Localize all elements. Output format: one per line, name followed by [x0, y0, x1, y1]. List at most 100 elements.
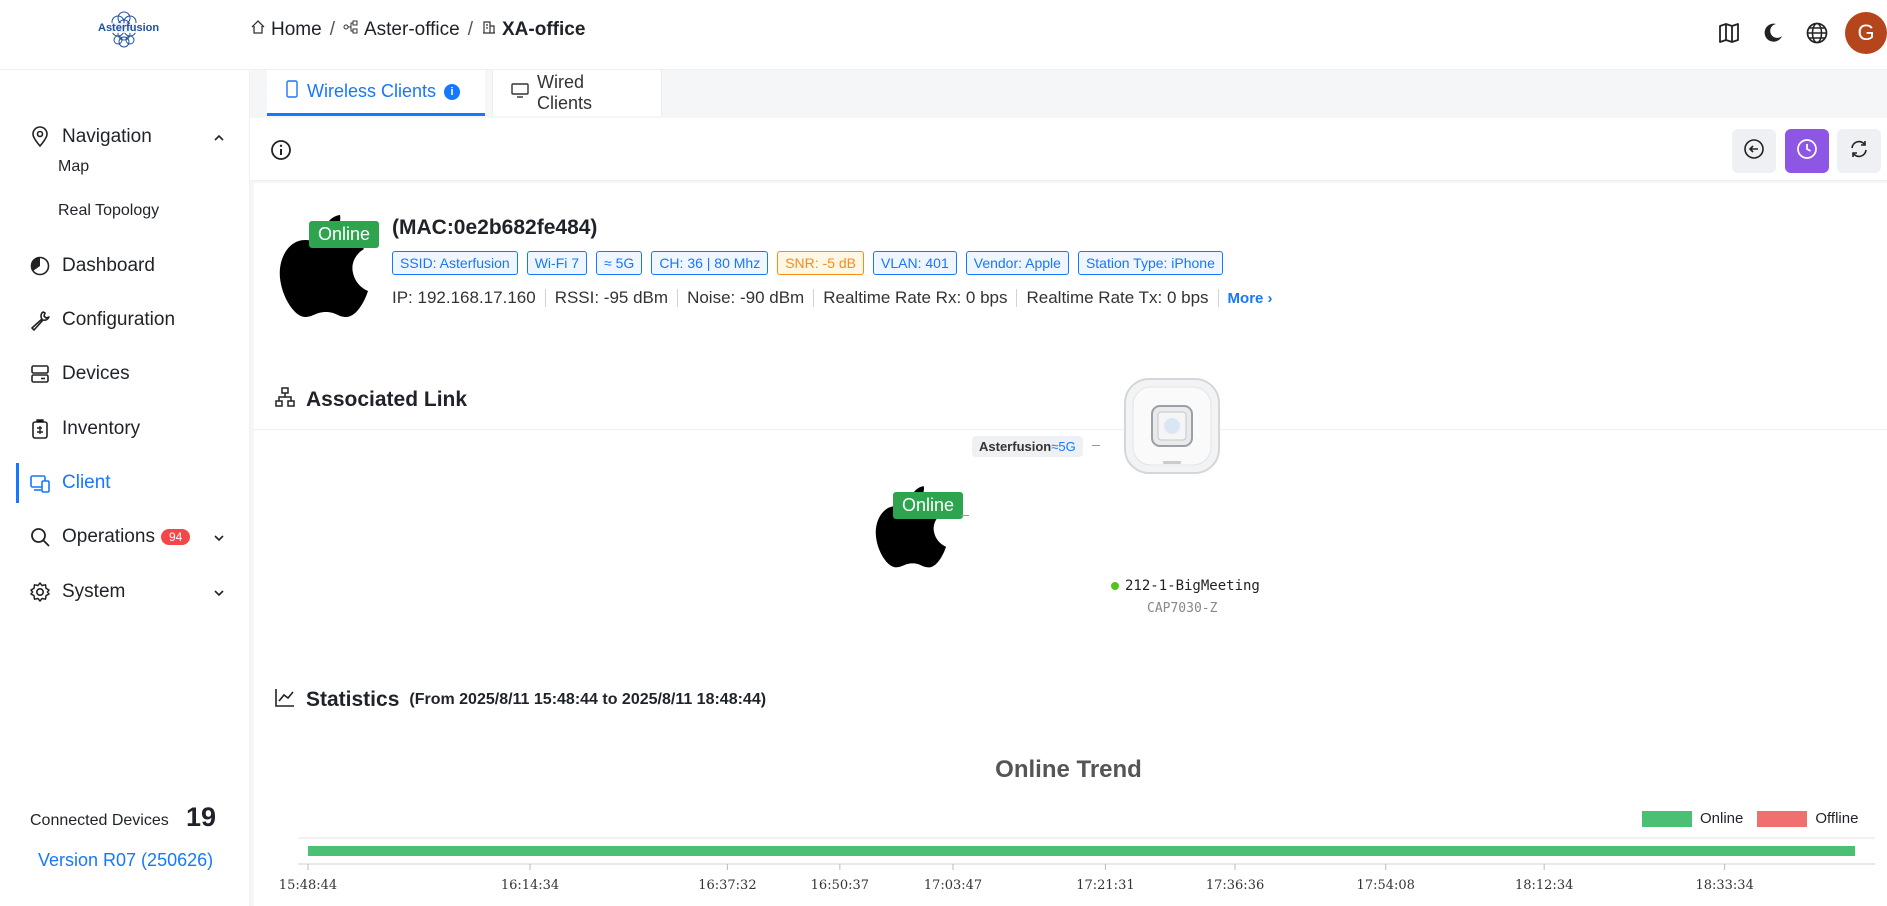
x-tick-label: 16:14:34	[501, 878, 559, 893]
dashboard-icon	[28, 254, 52, 278]
sidebar-item-client[interactable]: Client	[16, 461, 230, 505]
tag-wifi: Wi-Fi 7	[526, 251, 588, 275]
link-ssid: Asterfusion	[979, 439, 1052, 454]
sidebar-item-system[interactable]: System	[18, 570, 230, 614]
chevron-up-icon	[212, 129, 226, 151]
topology-icon	[274, 386, 296, 414]
tag-ssid: SSID: Asterfusion	[392, 251, 518, 275]
phone-icon	[285, 80, 299, 103]
tag-vendor: Vendor: Apple	[965, 251, 1069, 275]
legend-offline-swatch	[1757, 810, 1808, 827]
x-tick-label: 16:50:37	[811, 878, 869, 893]
gear-icon	[28, 580, 52, 604]
chevron-down-icon	[212, 584, 226, 606]
sidebar-item-label: Operations	[62, 526, 155, 547]
chevron-down-icon	[212, 529, 226, 551]
breadcrumb-home[interactable]: Home	[250, 19, 322, 41]
notification-badge: 94	[160, 529, 191, 545]
associated-link-title: Associated Link	[274, 386, 467, 414]
client-noise: Noise: -90 dBm	[687, 288, 805, 307]
client-rssi: RSSI: -95 dBm	[554, 288, 669, 307]
tag-snr: SNR: -5 dB	[777, 251, 865, 275]
sidebar-item-configuration[interactable]: Configuration	[18, 298, 230, 342]
sidebar-item-operations[interactable]: Operations 94	[18, 515, 230, 559]
sidebar-item-label: Devices	[62, 363, 130, 384]
breadcrumb-aster-office[interactable]: Aster-office	[343, 19, 460, 41]
ap-name-text: 212-1-BigMeeting	[1125, 578, 1260, 594]
ap-name[interactable]: 212-1-BigMeeting	[1111, 578, 1260, 594]
x-tick-label: 17:54:08	[1357, 878, 1415, 893]
statistics-range: (From 2025/8/11 15:48:44 to 2025/8/11 18…	[409, 691, 767, 708]
more-label: More	[1227, 289, 1264, 307]
arrow-left-circle-icon	[1743, 138, 1765, 165]
version-link[interactable]: Version R07 (250626)	[38, 850, 213, 871]
moon-icon[interactable]	[1751, 13, 1795, 53]
sidebar-item-label: Navigation	[62, 126, 152, 147]
sidebar-item-label: System	[62, 581, 126, 602]
sidebar-item-navigation[interactable]: Navigation	[18, 115, 230, 159]
globe-icon[interactable]	[1795, 13, 1839, 53]
refresh-button[interactable]	[1837, 129, 1881, 173]
statistics-title: Statistics (From 2025/8/11 15:48:44 to 2…	[274, 686, 766, 714]
sidebar-item-label: Client	[62, 472, 111, 493]
main-content: Wireless Clients i Wired Clients Online …	[250, 70, 1887, 906]
building-icon	[481, 19, 497, 41]
online-dot-icon	[1111, 582, 1119, 590]
sidebar-item-dashboard[interactable]: Dashboard	[18, 244, 230, 288]
tag-band: ≈ 5G	[596, 251, 643, 275]
sidebar-item-label: Configuration	[62, 309, 176, 330]
legend-online-label[interactable]: Online	[1700, 810, 1743, 827]
tab-wired-clients[interactable]: Wired Clients	[492, 70, 662, 116]
tab-label: Wireless Clients	[307, 81, 437, 101]
sidebar-item-inventory[interactable]: Inventory	[18, 407, 230, 451]
avatar[interactable]: G	[1845, 12, 1887, 54]
legend-offline-label[interactable]: Offline	[1815, 810, 1858, 827]
tab-label: Wired Clients	[537, 72, 593, 113]
breadcrumb-separator: /	[329, 19, 335, 40]
info-circle-icon[interactable]	[270, 139, 292, 166]
history-button[interactable]	[1785, 129, 1829, 173]
section-title-text: Associated Link	[306, 388, 468, 411]
x-tick-label: 18:12:34	[1515, 878, 1573, 893]
statistics-title-text: Statistics	[306, 688, 400, 711]
breadcrumb-label: Home	[271, 19, 322, 40]
link-dash-left	[961, 515, 969, 516]
tag-band-label: 5G	[615, 255, 635, 271]
asterfusion-logo[interactable]: Asterfusion	[96, 8, 159, 52]
breadcrumb-xa-office: XA-office	[481, 19, 585, 41]
sidebar-item-map[interactable]: Map	[58, 158, 89, 176]
link-ssid-pill: Asterfusion≈5G	[972, 436, 1083, 457]
client-icon	[28, 471, 52, 495]
more-link[interactable]: More ›	[1228, 290, 1273, 307]
breadcrumb: Home / Aster-office / XA-office	[250, 19, 585, 41]
tag-vlan: VLAN: 401	[873, 251, 957, 275]
x-tick-label: 17:36:36	[1206, 878, 1264, 893]
connected-devices-label: Connected Devices	[30, 812, 169, 829]
home-icon	[250, 19, 266, 41]
client-tabs: Wireless Clients i Wired Clients	[250, 70, 1887, 116]
back-button[interactable]	[1732, 129, 1776, 173]
trend-segment-online[interactable]	[308, 846, 1855, 856]
location-icon	[28, 125, 52, 149]
online-trend-chart: 15:48:44 16:14:34 16:37:32 16:50:37 17:03:47…	[279, 837, 1875, 893]
sidebar-item-label: Dashboard	[62, 255, 155, 276]
wifi-icon: ≈	[604, 255, 616, 271]
breadcrumb-label: XA-office	[502, 19, 586, 40]
sidebar-item-devices[interactable]: Devices	[18, 352, 230, 396]
inventory-icon	[28, 417, 52, 441]
access-point-image[interactable]	[1121, 375, 1223, 477]
clock-icon	[1796, 138, 1818, 165]
tag-channel: CH: 36 | 80 Mhz	[651, 251, 769, 275]
chart-legend: Online Offline	[1642, 810, 1858, 827]
tab-wireless-clients[interactable]: Wireless Clients i	[267, 70, 485, 116]
status-badge: Online	[309, 221, 380, 248]
sidebar-item-real-topology[interactable]: Real Topology	[58, 202, 159, 220]
tag-station-type: Station Type: iPhone	[1077, 251, 1223, 275]
info-icon[interactable]: i	[444, 83, 461, 100]
refresh-icon	[1848, 138, 1870, 165]
breadcrumb-label: Aster-office	[363, 19, 460, 40]
legend-online-swatch	[1642, 810, 1692, 827]
client-tags: SSID: Asterfusion Wi-Fi 7 ≈ 5G CH: 36 | …	[392, 251, 1223, 275]
map-icon[interactable]	[1707, 13, 1751, 53]
x-tick-label: 15:48:44	[279, 878, 337, 893]
